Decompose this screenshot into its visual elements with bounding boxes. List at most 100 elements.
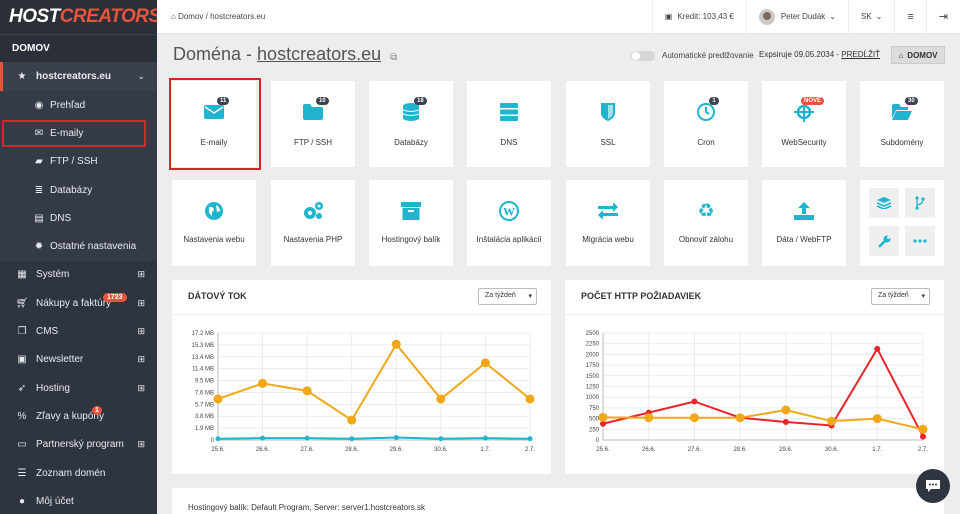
credit-display[interactable]: ▣ Kredit: 103,43 € [651,0,746,34]
tile-databazy[interactable]: 18 Databázy [369,81,453,167]
hostcreators-logo[interactable]: HOSTCREATORS [0,0,161,34]
sidebar-item-hosting[interactable]: ➶ Hosting ⊞ [0,374,157,402]
x-tick-label: 28.6. [345,447,359,453]
breadcrumb-home[interactable]: Domov [178,12,203,21]
globe-icon: ◉ [34,99,44,111]
y-tick-label: 2500 [586,331,600,337]
data-point [391,339,401,349]
sidebar-item-ftp[interactable]: ▰ FTP / SSH [0,147,157,176]
language-select[interactable]: SK ⌄ [847,0,894,34]
sidebar-item-label: FTP / SSH [50,156,98,168]
sidebar-item-label: Môj účet [36,495,74,507]
x-tick-label: 28.6. [733,447,747,453]
logout-icon: ⇥ [938,11,948,23]
data-point [480,358,490,368]
sidebar-item-partner[interactable]: ▭ Partnerský program ⊞ [0,431,157,459]
tile-dns[interactable]: DNS [467,81,551,167]
title-domain-link[interactable]: hostcreators.eu [257,44,381,64]
sidebar-item-domeny[interactable]: ☰ Zoznam domén [0,459,157,487]
sidebar-item-prehlad[interactable]: ◉ Prehľad [0,91,157,120]
folder-icon: 10 [302,97,329,122]
y-tick-label: 750 [589,406,600,412]
logout-button[interactable]: ⇥ [925,0,960,34]
tile-hostingovy-balik[interactable]: Hostingový balík [369,180,453,266]
tile-migracia-webu[interactable]: Migrácia webu [566,180,650,266]
count-badge: 30 [905,97,918,105]
expand-icon: ⊞ [137,382,145,393]
tile-obnovit-zalohu[interactable]: ♻ Obnoviť zálohu [664,180,748,266]
tile-nastavenia-webu[interactable]: Nastavenia webu [172,180,256,266]
sidebar-item-domain[interactable]: ★ hostcreators.eu ⌄ [0,62,157,91]
data-point [827,416,837,426]
chat-icon [926,480,940,492]
more-button[interactable] [905,226,935,256]
topbar: ⌂ Domov / hostcreators.eu ▣ Kredit: 103,… [157,0,960,34]
y-tick-label: 0 [211,438,215,444]
folder-icon: ▰ [35,156,43,168]
data-point [872,414,882,424]
y-tick-label: 9.5 MB [195,379,214,385]
sidebar-item-label: CMS [36,326,59,338]
breadcrumb-domain: hostcreators.eu [210,12,266,21]
tile-label: Hostingový balík [381,235,441,244]
star-icon: ★ [17,71,27,82]
chevron-down-icon: ⌄ [137,71,145,81]
chat-button[interactable] [916,469,950,503]
y-tick-label: 0 [596,438,600,444]
sidebar-item-ostatne[interactable]: ✹ Ostatné nastavenia [0,232,157,261]
emaily-highlight-box [2,120,146,147]
wrench-button[interactable] [869,226,899,256]
expiry-text: Expsiruje 09.05.2034 - [759,50,840,59]
sidebar-item-cms[interactable]: ❐ CMS ⊞ [0,317,157,345]
sidebar-item-system[interactable]: ▦ Systém ⊞ [0,261,157,289]
sidebar-item-dns[interactable]: ▤ DNS [0,204,157,233]
data-point [260,435,266,441]
box-icon [400,201,422,221]
data-point [525,394,535,404]
tile-instalacia-aplikacii[interactable]: W Inštalácia aplikácií [467,180,551,266]
server-icon [498,102,520,122]
tile-ssl[interactable]: SSL [566,81,650,167]
tile-subdomeny[interactable]: 30 Subdomény [860,81,944,167]
data-point [691,398,698,405]
external-link-icon[interactable]: ⧉ [390,52,397,63]
tile-websecurity[interactable]: NOVÉ WebSecurity [762,81,846,167]
sidebar-item-newsletter[interactable]: ▣ Newsletter ⊞ [0,346,157,374]
menu-button[interactable]: ≡ [894,0,925,34]
grid-icon: ▦ [17,269,27,281]
home-button-label: DOMOV [907,50,938,60]
y-tick-label: 1500 [586,374,600,380]
data-point [438,436,444,442]
sidebar-item-ucet[interactable]: ● Môj účet [0,487,157,514]
tile-data-webftp[interactable]: Dáta / WebFTP [762,180,846,266]
sidebar-item-label: hostcreators.eu [36,71,112,82]
data-point [436,394,446,404]
tile-label: Obnoviť zálohu [678,235,734,244]
data-point [215,436,221,442]
layers-button[interactable] [869,188,899,218]
tile-cron[interactable]: 1 Cron [664,81,748,167]
tile-nastavenia-php[interactable]: Nastavenia PHP [271,180,355,266]
rocket-icon: ➶ [17,382,27,394]
sidebar-item-zlavy[interactable]: % Zľavy a kupóny 1 [0,402,157,430]
renew-link[interactable]: PREDĹŽIŤ [841,50,880,59]
tile-ftp[interactable]: 10 FTP / SSH [271,81,355,167]
credit-value: Kredit: 103,43 € [677,12,734,21]
y-tick-label: 15.3 MB [192,343,214,349]
sidebar-item-nakupy[interactable]: 🛒︎ Nákupy a faktúry 1723 ⊞ [0,289,157,317]
globe-icon [203,201,225,221]
expand-icon: ⊞ [137,439,145,450]
user-menu[interactable]: Peter Dudák ⌄ [745,0,848,34]
crosshair-icon: NOVÉ [793,97,825,122]
home-button[interactable]: ⌂ DOMOV [891,46,945,64]
hosting-info-bar: Hostingový balík: Default Program, Serve… [172,488,944,514]
x-tick-label: 1.7. [480,447,490,453]
sidebar-item-databazy[interactable]: ≣ Databázy [0,175,157,205]
x-tick-label: 1.7. [872,447,882,453]
sidebar-item-label: Prehľad [50,99,86,111]
branch-button[interactable] [905,188,935,218]
data-point [644,413,654,423]
tile-label: Subdomény [880,138,924,147]
y-tick-label: 5.7 MB [195,402,214,408]
auto-renew-toggle[interactable] [631,51,655,61]
